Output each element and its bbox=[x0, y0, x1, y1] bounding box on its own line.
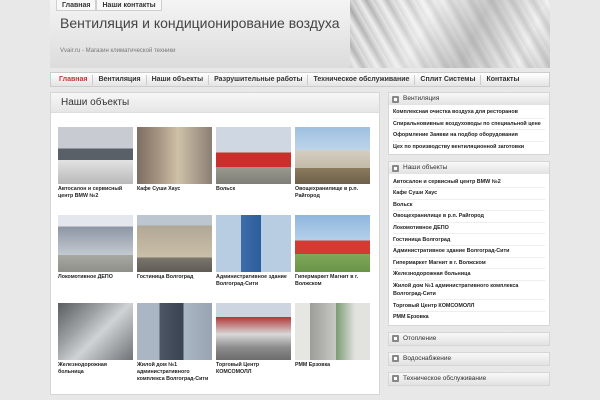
sidebar-link[interactable]: Вольск bbox=[393, 200, 545, 212]
sidebar-link[interactable]: РММ Ерзовка bbox=[393, 312, 545, 323]
page-title: Наши объекты bbox=[51, 93, 379, 113]
nav-item-home[interactable]: Главная bbox=[54, 74, 94, 85]
widget-title: Водоснабжение bbox=[403, 354, 452, 362]
widget-header[interactable]: Водоснабжение bbox=[389, 352, 549, 365]
sidebar-link[interactable]: Кафе Суши Хаус bbox=[393, 188, 545, 200]
object-item[interactable]: Автосалон и сервисный центр BMW №2 bbox=[58, 127, 133, 200]
object-caption[interactable]: Автосалон и сервисный центр BMW №2 bbox=[58, 186, 133, 200]
object-caption[interactable]: Гостиница Волгоград bbox=[137, 274, 212, 281]
object-photo[interactable] bbox=[295, 127, 370, 184]
widget-header[interactable]: Наши объекты bbox=[389, 162, 549, 175]
widget-header[interactable]: Техническое обслуживание bbox=[389, 372, 549, 385]
object-caption[interactable]: РММ Ерзовка bbox=[295, 362, 370, 369]
object-item[interactable]: Гостиница Волгоград bbox=[137, 215, 212, 281]
widget-links: Комплексная очистка воздуха для ресторан… bbox=[389, 105, 549, 154]
object-item[interactable]: Гипермаркет Магнит в г. Волжском bbox=[295, 215, 370, 288]
object-photo[interactable] bbox=[295, 215, 370, 272]
main-nav: Главная Вентиляция Наши объекты Разрушит… bbox=[50, 72, 550, 87]
sidebar-link[interactable]: Жилой дом №1 административного комплекса… bbox=[393, 281, 545, 301]
widget-header[interactable]: Отопление bbox=[389, 332, 549, 345]
object-photo[interactable] bbox=[137, 303, 212, 360]
sidebar-link[interactable]: Железнодорожная больница bbox=[393, 269, 545, 281]
object-item[interactable]: РММ Ерзовка bbox=[295, 303, 370, 369]
object-photo[interactable] bbox=[216, 215, 291, 272]
sidebar-link[interactable]: Оформление Заявки на подбор оборудования bbox=[393, 130, 545, 142]
widget-title: Вентиляция bbox=[403, 95, 440, 102]
object-caption[interactable]: Кафе Суши Хаус bbox=[137, 186, 212, 193]
nav-item-split-systems[interactable]: Сплит Системы bbox=[415, 74, 482, 85]
object-item[interactable]: Жилой дом №1 административного комплекса… bbox=[137, 303, 212, 383]
site-tagline: Vvair.ru - Магазин климатической техники bbox=[60, 48, 176, 54]
object-photo[interactable] bbox=[137, 215, 212, 272]
sidebar-link[interactable]: Гостиница Волгоград bbox=[393, 234, 545, 246]
object-caption[interactable]: Железнодорожная больница bbox=[58, 362, 133, 376]
widget-title: Отопление bbox=[403, 334, 437, 342]
top-links: Главная Наши контакты bbox=[56, 0, 162, 11]
object-caption[interactable]: Гипермаркет Магнит в г. Волжском bbox=[295, 274, 370, 288]
object-photo[interactable] bbox=[216, 303, 291, 360]
nav-item-contacts[interactable]: Контакты bbox=[481, 75, 524, 85]
content-panel: Наши объекты Автосалон и сервисный центр… bbox=[50, 92, 380, 395]
widget-title: Наши объекты bbox=[403, 164, 448, 172]
header-banner-image bbox=[350, 0, 550, 68]
object-caption[interactable]: Локомотивное ДЕПО bbox=[58, 274, 133, 281]
object-item[interactable]: Административное здание Волгоград-Сити bbox=[216, 215, 291, 288]
widget-heating: Отопление bbox=[388, 331, 550, 346]
collapse-toggle-icon[interactable] bbox=[392, 335, 399, 342]
object-item[interactable]: Овощехранилище в р.п. Райгород bbox=[295, 127, 370, 200]
sidebar-link[interactable]: Гипермаркет Магнит в г. Волжском bbox=[393, 258, 545, 270]
sidebar-link[interactable]: Локомотивное ДЕПО bbox=[393, 223, 545, 235]
object-photo[interactable] bbox=[137, 127, 212, 184]
object-photo[interactable] bbox=[216, 127, 291, 184]
sidebar-link[interactable]: Спиральновивные воздуховоды по специальн… bbox=[393, 119, 545, 131]
object-item[interactable]: Вольск bbox=[216, 127, 291, 193]
nav-item-ventilation[interactable]: Вентиляция bbox=[93, 74, 147, 85]
sidebar: Вентиляция Комплексная очистка воздуха д… bbox=[388, 92, 550, 392]
object-photo[interactable] bbox=[295, 303, 370, 360]
object-item[interactable]: Торговый Центр КОМСОМОЛЛ bbox=[216, 303, 291, 376]
site-header: Главная Наши контакты Вентиляция и конди… bbox=[50, 0, 550, 68]
sidebar-link[interactable]: Торговый Центр КОМСОМОЛЛ bbox=[393, 300, 545, 312]
widget-header[interactable]: Вентиляция bbox=[389, 93, 549, 105]
top-link-home[interactable]: Главная bbox=[56, 0, 97, 11]
object-caption[interactable]: Овощехранилище в р.п. Райгород bbox=[295, 186, 370, 200]
sidebar-link[interactable]: Комплексная очистка воздуха для ресторан… bbox=[393, 107, 545, 119]
top-link-contacts[interactable]: Наши контакты bbox=[96, 0, 162, 11]
object-caption[interactable]: Вольск bbox=[216, 186, 291, 193]
widget-title: Техническое обслуживание bbox=[403, 374, 487, 382]
widget-water-supply: Водоснабжение bbox=[388, 351, 550, 366]
object-item[interactable]: Локомотивное ДЕПО bbox=[58, 215, 133, 281]
object-photo[interactable] bbox=[58, 303, 133, 360]
site-title[interactable]: Вентиляция и кондиционирование воздуха bbox=[60, 15, 350, 32]
nav-item-demolition[interactable]: Разрушительные работы bbox=[209, 74, 309, 85]
sidebar-link[interactable]: Овощехранилище в р.п. Райгород bbox=[393, 211, 545, 223]
collapse-toggle-icon[interactable] bbox=[392, 355, 399, 362]
nav-item-our-objects[interactable]: Наши объекты bbox=[147, 74, 210, 85]
nav-item-maintenance[interactable]: Техническое обслуживание bbox=[308, 74, 416, 85]
object-caption[interactable]: Торговый Центр КОМСОМОЛЛ bbox=[216, 362, 291, 376]
object-caption[interactable]: Административное здание Волгоград-Сити bbox=[216, 274, 291, 288]
collapse-toggle-icon[interactable] bbox=[392, 95, 399, 103]
sidebar-link[interactable]: Цех по производству вентиляционной загот… bbox=[393, 142, 545, 153]
widget-maintenance: Техническое обслуживание bbox=[388, 371, 550, 386]
widget-ventilation: Вентиляция Комплексная очистка воздуха д… bbox=[388, 92, 550, 156]
object-item[interactable]: Железнодорожная больница bbox=[58, 303, 133, 376]
object-caption[interactable]: Жилой дом №1 административного комплекса… bbox=[137, 362, 212, 383]
widget-our-objects: Наши объекты Автосалон и сервисный центр… bbox=[388, 161, 550, 326]
object-item[interactable]: Кафе Суши Хаус bbox=[137, 127, 212, 193]
sidebar-link[interactable]: Административное здание Волгоград-Сити bbox=[393, 246, 545, 258]
object-photo[interactable] bbox=[58, 215, 133, 272]
collapse-toggle-icon[interactable] bbox=[392, 164, 399, 172]
object-photo[interactable] bbox=[58, 127, 133, 184]
sidebar-link[interactable]: Автосалон и сервисный центр BMW №2 bbox=[393, 176, 545, 188]
widget-links: Автосалон и сервисный центр BMW №2 Кафе … bbox=[389, 174, 549, 324]
collapse-toggle-icon[interactable] bbox=[392, 375, 399, 382]
